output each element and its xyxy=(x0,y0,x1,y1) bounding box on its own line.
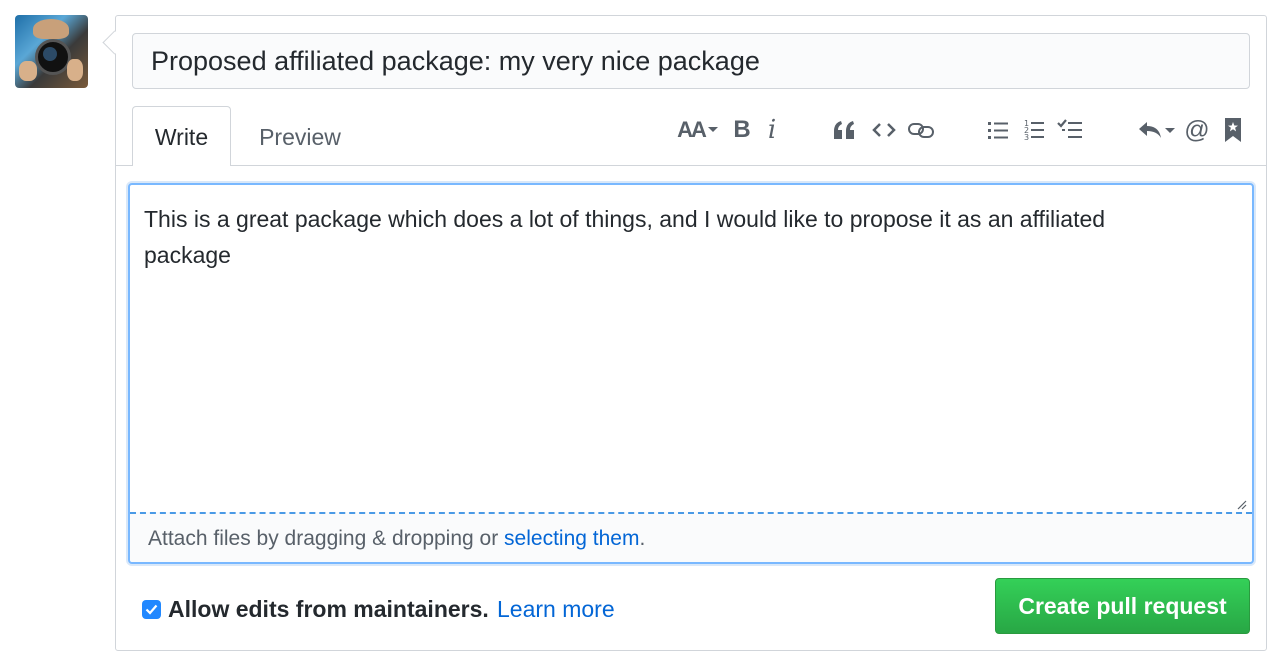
avatar[interactable] xyxy=(15,15,88,88)
select-files-link[interactable]: selecting them xyxy=(504,527,639,550)
code-icon[interactable] xyxy=(870,112,898,148)
attach-dropzone[interactable]: Attach files by dragging & dropping or s… xyxy=(130,512,1252,562)
comment-editor[interactable]: This is a great package which does a lot… xyxy=(128,183,1254,564)
reply-icon[interactable] xyxy=(1136,112,1178,148)
comment-body[interactable]: This is a great package which does a lot… xyxy=(144,201,1162,273)
avatar-face xyxy=(33,19,69,39)
attach-suffix: . xyxy=(639,527,646,550)
avatar-camera-lens xyxy=(43,47,57,61)
tab-preview[interactable]: Preview xyxy=(240,106,360,166)
tab-write[interactable]: Write xyxy=(132,106,231,166)
learn-more-link[interactable]: Learn more xyxy=(497,593,615,625)
task-list-icon[interactable] xyxy=(1054,112,1086,148)
bold-icon[interactable]: B xyxy=(730,112,754,148)
mention-icon[interactable]: @ xyxy=(1183,112,1211,148)
link-icon[interactable] xyxy=(906,112,936,148)
check-icon xyxy=(145,604,158,615)
quote-icon[interactable] xyxy=(830,112,858,148)
unordered-list-icon[interactable] xyxy=(984,112,1012,148)
title-input[interactable]: Proposed affiliated package: my very nic… xyxy=(132,33,1250,89)
create-pull-request-button[interactable]: Create pull request xyxy=(995,578,1250,634)
allow-edits-checkbox[interactable] xyxy=(142,600,161,619)
text-size-icon[interactable]: AA xyxy=(674,112,722,148)
bookmark-icon[interactable] xyxy=(1220,112,1246,148)
avatar-hand-left xyxy=(19,61,37,81)
allow-edits-label[interactable]: Allow edits from maintainers. xyxy=(168,593,489,625)
text-size-glyph: AA xyxy=(677,117,707,142)
attach-prefix: Attach files by dragging & dropping or xyxy=(148,527,505,550)
italic-icon[interactable]: i xyxy=(762,112,782,148)
resize-handle-icon[interactable] xyxy=(1235,498,1247,510)
chevron-down-icon xyxy=(707,127,718,132)
ordered-list-icon[interactable]: 123 xyxy=(1020,112,1048,148)
svg-text:3: 3 xyxy=(1024,133,1029,142)
avatar-hand-right xyxy=(67,59,83,81)
